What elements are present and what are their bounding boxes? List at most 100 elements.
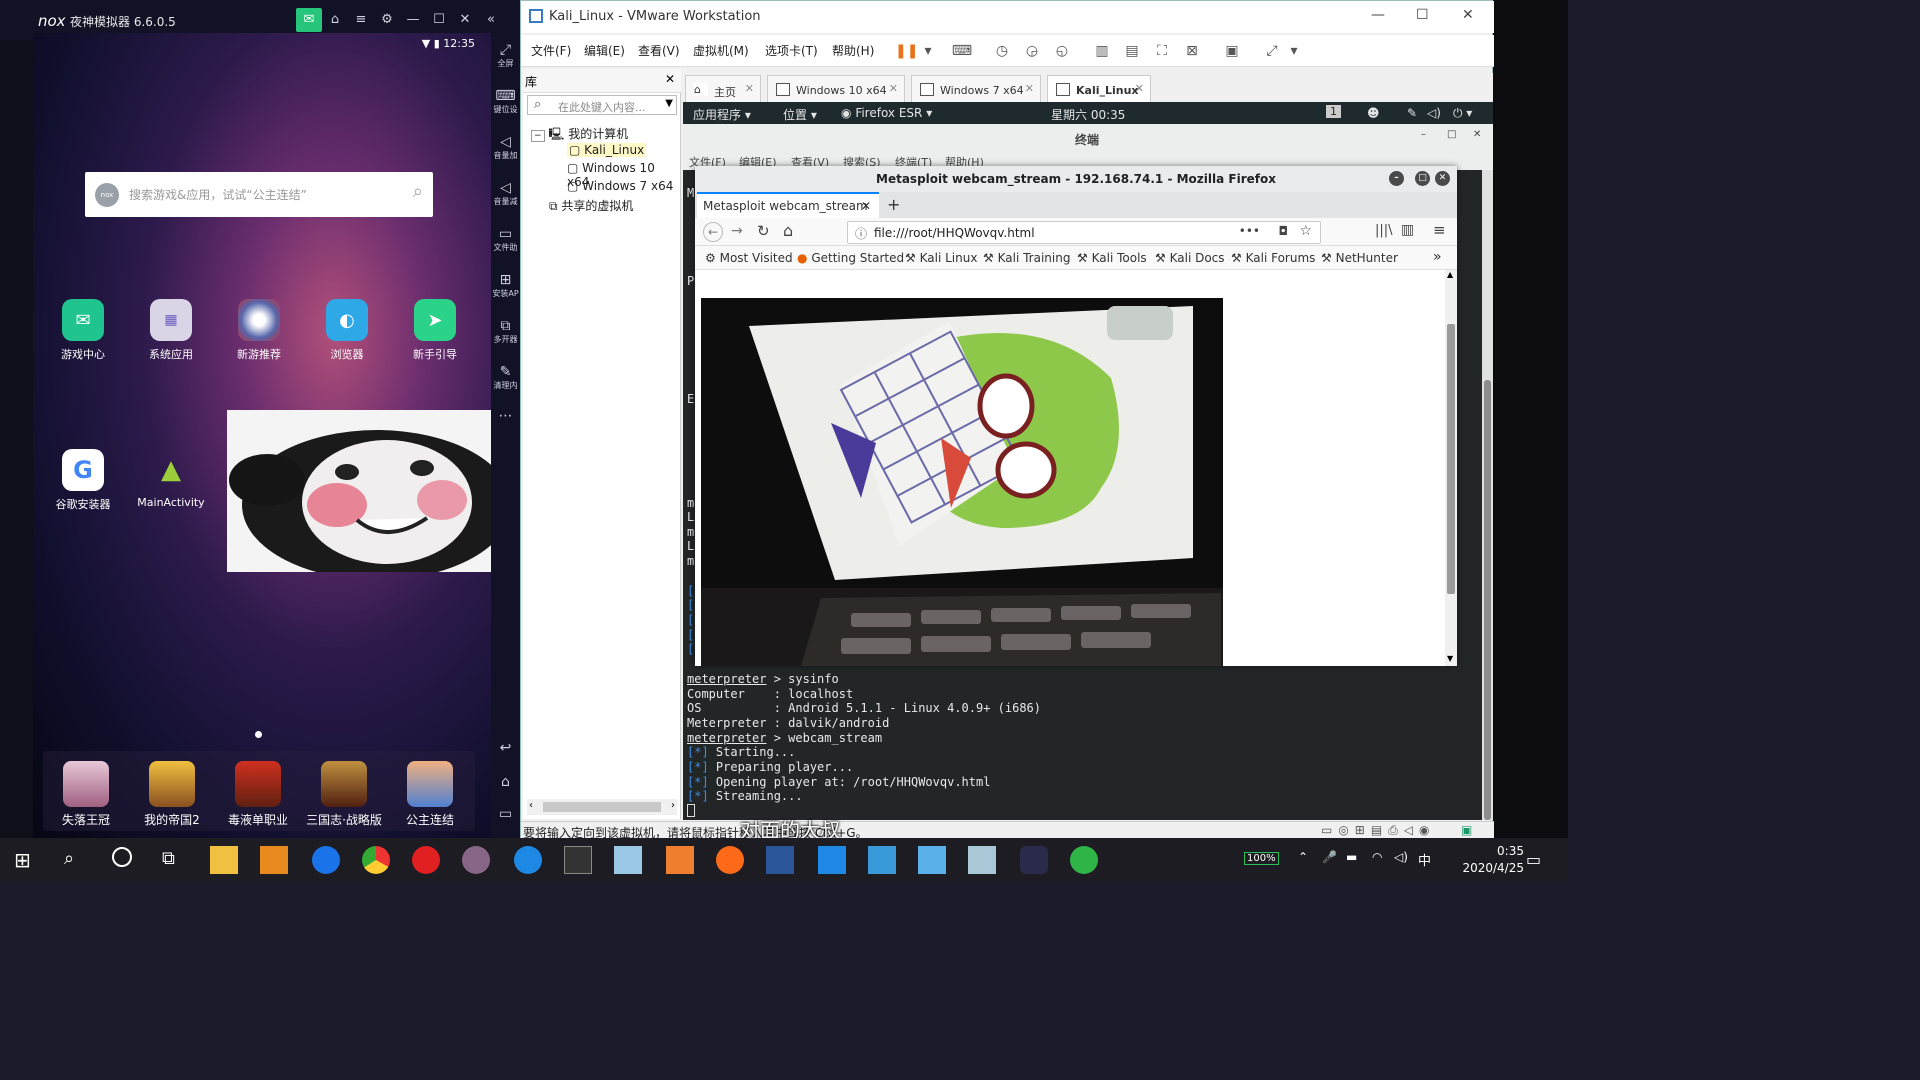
app-browser[interactable]: ◐ 浏览器: [307, 299, 387, 362]
app-icon[interactable]: [968, 846, 996, 874]
scroll-thumb[interactable]: [1447, 324, 1455, 594]
edge-icon[interactable]: [312, 846, 340, 874]
menu-vm[interactable]: 虚拟机(M): [693, 42, 749, 59]
thumbnail-icon[interactable]: ▤: [1121, 40, 1143, 62]
collapse-icon[interactable]: −: [531, 130, 545, 142]
info-icon[interactable]: ⓘ: [855, 225, 867, 242]
volume-down-button[interactable]: ◁ 音量减: [491, 179, 520, 207]
file-helper-button[interactable]: ▭ 文件助: [491, 225, 520, 253]
library-icon[interactable]: |||\: [1375, 223, 1393, 238]
message-log-icon[interactable]: ▣: [1461, 823, 1472, 837]
multi-instance-button[interactable]: ⧉ 多开器: [491, 317, 520, 345]
menu-tabs[interactable]: 选项卡(T): [765, 42, 818, 59]
scroll-down-icon[interactable]: ▼: [1447, 654, 1453, 663]
windows-start-icon[interactable]: ⊞: [14, 848, 31, 872]
close-icon[interactable]: ✕: [1135, 82, 1144, 95]
hamburger-menu-icon[interactable]: ≡: [1433, 221, 1446, 239]
close-icon[interactable]: ✕: [861, 199, 871, 213]
close-icon[interactable]: ✕: [745, 82, 754, 95]
recents-button[interactable]: ▭: [491, 805, 520, 823]
close-icon[interactable]: ✕: [665, 72, 675, 86]
more-button[interactable]: ⋯: [491, 407, 520, 425]
scroll-thumb[interactable]: [1484, 380, 1491, 820]
app-google-installer[interactable]: G 谷歌安装器: [43, 449, 123, 512]
tree-shared-vms[interactable]: ⧉ 共享的虚拟机: [549, 197, 633, 214]
pause-icon[interactable]: ❚❚: [895, 40, 918, 62]
shirt-icon[interactable]: ⌂: [322, 8, 348, 32]
bookmark-kali-linux[interactable]: ⚒ Kali Linux: [905, 251, 977, 265]
gear-icon[interactable]: ⚙: [374, 8, 400, 32]
dock-app[interactable]: 三国志·战略版: [301, 761, 387, 828]
tab-kali[interactable]: Kali_Linux ✕: [1047, 75, 1151, 103]
dock-app[interactable]: 毒液单职业: [215, 761, 301, 828]
scroll-up-icon[interactable]: ▲: [1447, 270, 1453, 279]
volume-icon[interactable]: ◁): [1427, 106, 1441, 120]
app-icon[interactable]: [918, 846, 946, 874]
tray-chevron-icon[interactable]: ⌃: [1298, 850, 1308, 864]
url-bar[interactable]: ⓘ file:///root/HHQWovqv.html ••• ◘ ☆: [847, 221, 1321, 244]
library-hscrollbar[interactable]: ‹ ›: [527, 799, 677, 815]
nox-icon[interactable]: [1020, 846, 1048, 874]
maximize-icon[interactable]: ☐: [1416, 7, 1429, 23]
volume-icon[interactable]: ◁): [1394, 850, 1408, 864]
bookmark-kali-forums[interactable]: ⚒ Kali Forums: [1231, 251, 1315, 265]
scroll-right-icon[interactable]: ›: [671, 800, 675, 811]
menu-edit[interactable]: 编辑(E): [584, 42, 625, 59]
menu-file[interactable]: 文件(F): [531, 42, 571, 59]
keymap-button[interactable]: ⌨ 键位设: [491, 87, 520, 115]
dropdown-icon[interactable]: ▾: [917, 40, 939, 62]
menu-view[interactable]: 查看(V): [638, 42, 680, 59]
show-library-icon[interactable]: ▥: [1091, 40, 1113, 62]
app-search-bar[interactable]: nox 搜索游戏&应用，试试“公主连结” ⌕: [85, 172, 433, 217]
maximize-icon[interactable]: □: [1447, 129, 1456, 140]
battery-indicator[interactable]: 100%: [1244, 852, 1279, 865]
app-system-apps[interactable]: ▦ 系统应用: [131, 299, 211, 362]
install-apk-button[interactable]: ⊞ 安装AP: [491, 271, 520, 299]
terminal-scrollbar[interactable]: [1482, 170, 1493, 820]
ime-indicator[interactable]: 中: [1418, 850, 1431, 869]
search-icon[interactable]: ⌕: [413, 181, 423, 202]
power-icon[interactable]: ⏻ ▾: [1453, 106, 1472, 121]
send-ctrl-alt-del-icon[interactable]: ⌨: [951, 40, 973, 62]
bookmark-kali-tools[interactable]: ⚒ Kali Tools: [1077, 251, 1147, 265]
sublime-icon[interactable]: [260, 846, 288, 874]
tree-vm-win7[interactable]: ▢ Windows 7 x64: [567, 179, 673, 193]
pocket-icon[interactable]: ◘: [1279, 224, 1289, 238]
reload-icon[interactable]: ↻: [757, 222, 770, 240]
back-button[interactable]: ↩: [491, 739, 520, 757]
user-icon[interactable]: ☻: [1367, 106, 1380, 120]
close-icon[interactable]: ✕: [1025, 82, 1034, 95]
minimize-icon[interactable]: –: [1389, 171, 1404, 186]
bookmark-getting-started[interactable]: ● Getting Started: [797, 251, 904, 265]
stretch-icon[interactable]: ⤢: [1261, 40, 1283, 62]
bookmark-nethunter[interactable]: ⚒ NetHunter: [1321, 251, 1398, 265]
maximize-icon[interactable]: □: [1415, 171, 1430, 186]
fullscreen-button[interactable]: ⤢ 全屏: [491, 41, 520, 69]
dock-app[interactable]: 我的帝国2: [129, 761, 215, 828]
close-icon[interactable]: ✕: [452, 8, 478, 32]
close-icon[interactable]: ✕: [1473, 129, 1481, 140]
firefox-menu[interactable]: ◉ Firefox ESR ▾: [841, 106, 932, 120]
overflow-chevron-icon[interactable]: »: [1433, 249, 1442, 265]
tab-win7[interactable]: Windows 7 x64 ✕: [911, 75, 1041, 103]
sidebar-icon[interactable]: ▥: [1401, 222, 1414, 238]
terminal-icon[interactable]: [564, 846, 592, 874]
close-icon[interactable]: ✕: [1462, 7, 1474, 23]
library-search-input[interactable]: ⌕ 在此处键入内容... ▼: [527, 95, 677, 115]
firefox-content[interactable]: [695, 270, 1445, 666]
game-icon[interactable]: [462, 846, 490, 874]
page-actions-icon[interactable]: •••: [1239, 224, 1260, 238]
close-icon[interactable]: ✕: [889, 82, 898, 95]
netease-music-icon[interactable]: [412, 846, 440, 874]
device-icons[interactable]: ▭◎⊞▤⎙◁◉: [1321, 823, 1436, 838]
wechat-icon[interactable]: [1070, 846, 1098, 874]
pen-icon[interactable]: ✎: [1407, 106, 1417, 120]
snapshot-icon[interactable]: ◷: [991, 40, 1013, 62]
dock-app[interactable]: 失落王冠: [43, 761, 129, 828]
clean-memory-button[interactable]: ✎ 清理内: [491, 363, 520, 391]
tree-vm-kali[interactable]: ▢ Kali_Linux: [567, 143, 647, 157]
vm-app-icon[interactable]: [614, 846, 642, 874]
chevron-down-icon[interactable]: ▼: [665, 98, 673, 109]
workspace-indicator[interactable]: 1: [1326, 105, 1341, 118]
console-icon[interactable]: ▣: [1221, 40, 1243, 62]
